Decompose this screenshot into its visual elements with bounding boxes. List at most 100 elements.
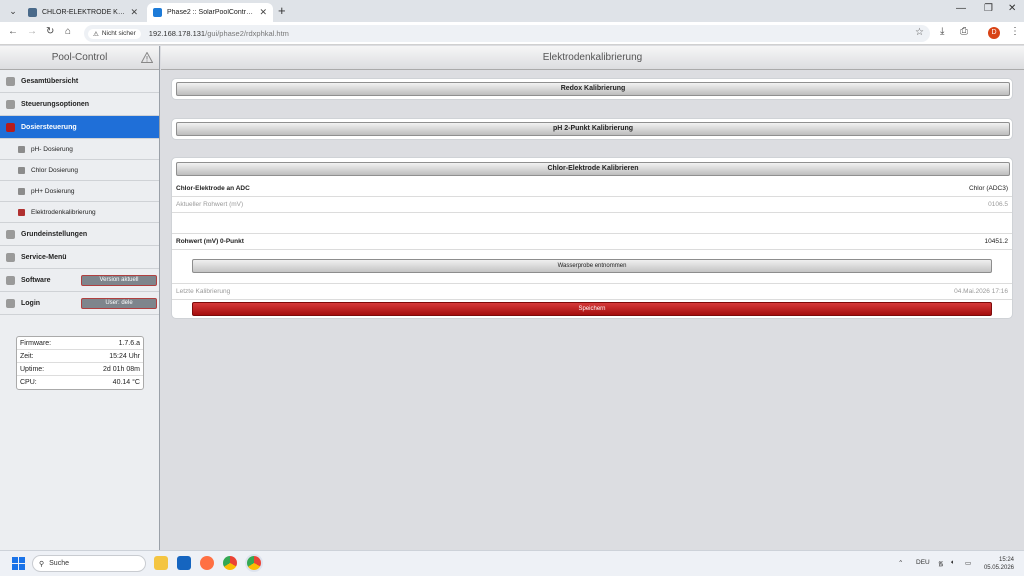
taskbar-clock[interactable]: 15:24 05.05.2026: [984, 556, 1014, 572]
taskbar-search-input[interactable]: ⚲ Suche: [32, 555, 146, 572]
sidebar-subitem-label: Chlor Dosierung: [31, 166, 78, 174]
info-row-cpu: CPU: 40.14 °C: [17, 376, 143, 389]
home-icon[interactable]: ⌂: [65, 26, 71, 37]
sidebar-item-gesamtuebersicht[interactable]: Gesamtübersicht: [0, 70, 159, 93]
sidebar-subitem-ph-minus[interactable]: pH- Dosierung: [0, 139, 159, 160]
security-indicator[interactable]: ⚠ Nicht sicher: [88, 28, 141, 39]
chrome-active-icon[interactable]: [247, 556, 261, 570]
sidebar-subitem-label: pH- Dosierung: [31, 145, 73, 153]
row-value: 04.Mai.2026 17:16: [954, 288, 1008, 295]
row-label: Chlor-Elektrode an ADC: [176, 185, 250, 192]
menu-square-icon: [6, 275, 15, 285]
sidebar-item-steuerungsoptionen[interactable]: Steuerungsoptionen: [0, 93, 159, 116]
browser-tab-inactive[interactable]: CHLOR-ELEKTRODE KALIBRIEREN ✕: [22, 3, 144, 22]
url-host: 192.168.178.131: [148, 29, 206, 38]
language-indicator[interactable]: DEU: [916, 559, 930, 566]
save-button[interactable]: Speichern: [192, 302, 992, 316]
menu-square-icon: [6, 122, 15, 132]
ph-calibration-button[interactable]: pH 2-Punkt Kalibrierung: [176, 122, 1010, 136]
file-explorer-icon[interactable]: [154, 556, 168, 570]
sidebar-item-software[interactable]: Software Version aktuell: [0, 269, 159, 292]
restore-icon[interactable]: ❐: [984, 3, 993, 14]
water-sample-button[interactable]: Wasserprobe entnommen: [192, 259, 992, 273]
new-tab-icon[interactable]: +: [278, 3, 286, 18]
redox-calibration-button[interactable]: Redox Kalibrierung: [176, 82, 1010, 96]
menu-square-icon: [6, 99, 15, 109]
minimize-icon[interactable]: —: [956, 3, 966, 14]
row-last-calibration: Letzte Kalibrierung 04.Mai.2026 17:16: [172, 283, 1012, 300]
sidebar-item-label: Login: [21, 299, 41, 307]
version-badge[interactable]: Version aktuell: [81, 274, 157, 286]
sidebar-subitem-elektrodenkalibrierung[interactable]: Elektrodenkalibrierung: [0, 202, 159, 223]
tray-chevron-icon[interactable]: ⌃: [898, 559, 903, 567]
sidebar-subitem-chlor[interactable]: Chlor Dosierung: [0, 160, 159, 181]
firefox-icon[interactable]: [200, 556, 214, 570]
sidebar-item-label: Steuerungsoptionen: [21, 100, 90, 108]
submenu-square-icon: [18, 208, 25, 216]
ph-card: pH 2-Punkt Kalibrierung: [171, 118, 1013, 140]
system-info-box: Firmware: 1.7.6.a Zeit: 15:24 Uhr Uptime…: [16, 336, 144, 390]
browser-menu-icon[interactable]: ⋮: [1010, 26, 1020, 37]
outlook-icon[interactable]: [177, 556, 191, 570]
download-icon[interactable]: ⤓: [940, 26, 944, 37]
forward-arrow-icon[interactable]: →: [27, 26, 37, 37]
sidebar-item-login[interactable]: Login User: dele: [0, 292, 159, 315]
submenu-square-icon: [18, 187, 25, 195]
sidebar-item-grundeinstellungen[interactable]: Grundeinstellungen: [0, 223, 159, 246]
chlor-calibration-button[interactable]: Chlor-Elektrode Kalibrieren: [176, 162, 1010, 176]
info-value: 40.14 °C: [112, 379, 140, 386]
row-value: 0106.5: [988, 201, 1008, 208]
sidebar-subitem-label: pH+ Dosierung: [31, 187, 75, 195]
clock-time: 15:24: [998, 557, 1014, 563]
tab-title: Phase2 :: SolarPoolControl :: Menü: [167, 9, 254, 16]
row-label: Rohwert (mV) 0-Punkt: [176, 238, 244, 245]
sidebar-item-label: Dosiersteuerung: [21, 123, 77, 131]
battery-icon[interactable]: ▭: [965, 559, 971, 567]
windows-start-icon[interactable]: [12, 557, 25, 570]
info-label: Zeit:: [20, 352, 34, 360]
row-value: Chlor (ADC3): [968, 185, 1008, 192]
row-label: Aktueller Rohwert (mV): [176, 201, 244, 208]
reload-icon[interactable]: ↻: [46, 26, 54, 37]
sidebar-item-label: Service-Menü: [21, 253, 67, 261]
print-icon[interactable]: ⎙: [960, 26, 968, 37]
window-close-icon[interactable]: ✕: [1008, 3, 1016, 14]
info-row-firmware: Firmware: 1.7.6.a: [17, 337, 143, 350]
row-chlor-adc: Chlor-Elektrode an ADC Chlor (ADC3): [172, 181, 1012, 197]
sidebar-item-dosiersteuerung[interactable]: Dosiersteuerung: [0, 116, 159, 139]
alert-triangle-icon[interactable]: [141, 52, 153, 63]
wifi-icon[interactable]: ᯾: [938, 559, 944, 568]
windows-taskbar: ⚲ Suche ⌃ DEU ᯾ 🔈︎ ▭ 15:24 05.05.2026: [0, 550, 1024, 576]
chrome-icon[interactable]: [223, 556, 237, 570]
tab-close-icon[interactable]: ✕: [259, 7, 267, 18]
url-path: /gui/phase2/rdxphkal.htm: [205, 29, 289, 38]
info-row-uptime: Uptime: 2d 01h 08m: [17, 363, 143, 376]
info-label: Firmware:: [20, 339, 52, 347]
tab-search-chevron-icon[interactable]: ⌄: [6, 4, 20, 18]
info-value: 1.7.6.a: [118, 339, 140, 347]
submenu-square-icon: [18, 145, 25, 153]
volume-icon[interactable]: 🔈︎: [951, 559, 955, 567]
search-placeholder: Suche: [49, 560, 69, 567]
row-zero-point: Rohwert (mV) 0-Punkt 10451.2: [172, 234, 1012, 250]
tab-close-icon[interactable]: ✕: [130, 7, 138, 18]
sidebar-item-service-menu[interactable]: Service-Menü: [0, 246, 159, 269]
user-badge[interactable]: User: dele: [81, 297, 157, 309]
sidebar-subitem-label: Elektrodenkalibrierung: [31, 208, 96, 216]
row-label: Letzte Kalibrierung: [176, 288, 231, 295]
menu-square-icon: [6, 76, 15, 86]
sidebar-subitem-ph-plus[interactable]: pH+ Dosierung: [0, 181, 159, 202]
sidebar-title: Pool-Control: [51, 52, 108, 63]
browser-tab-active[interactable]: Phase2 :: SolarPoolControl :: Menü ✕: [147, 3, 273, 22]
sidebar-header: Pool-Control: [0, 46, 159, 70]
info-value: 15:24 Uhr: [109, 352, 140, 360]
menu-square-icon: [6, 229, 15, 239]
url-input[interactable]: ⚠ Nicht sicher 192.168.178.131/gui/phase…: [84, 25, 930, 42]
back-arrow-icon[interactable]: ←: [8, 26, 18, 37]
url-text: 192.168.178.131/gui/phase2/rdxphkal.htm: [149, 29, 289, 38]
row-value: 10451.2: [984, 238, 1009, 245]
info-row-time: Zeit: 15:24 Uhr: [17, 350, 143, 363]
browser-tab-bar: ⌄ CHLOR-ELEKTRODE KALIBRIEREN ✕ Phase2 :…: [0, 0, 1024, 22]
bookmark-star-icon[interactable]: ☆: [915, 27, 924, 38]
profile-avatar[interactable]: D: [988, 27, 1000, 39]
